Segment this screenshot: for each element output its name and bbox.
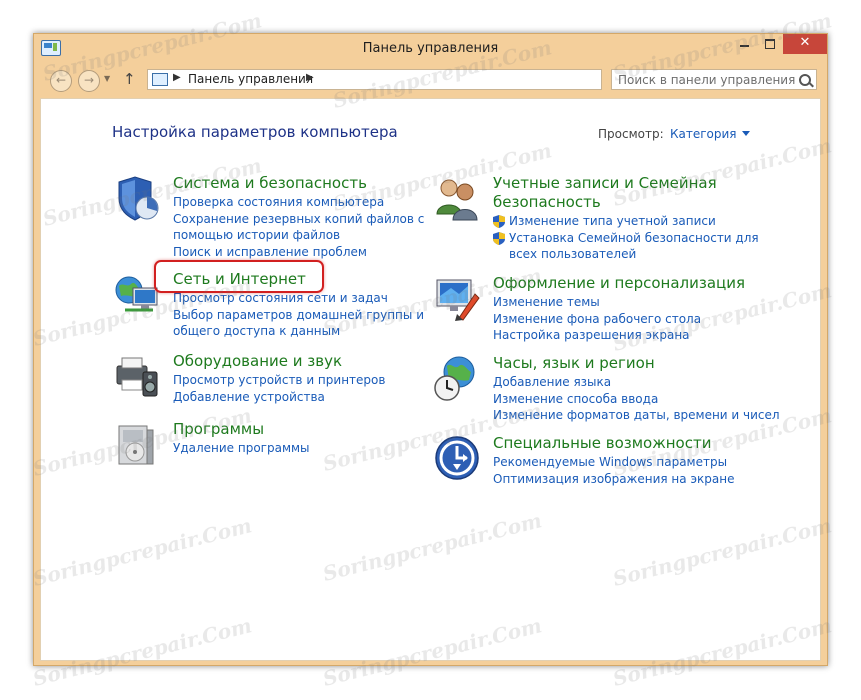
link-add-language[interactable]: Добавление языка (493, 374, 780, 391)
recent-pages-dropdown-icon[interactable]: ▼ (104, 74, 110, 83)
security-shield-icon (118, 176, 159, 221)
link-list: Удаление программы (173, 440, 310, 457)
ease-of-access-icon (435, 436, 479, 480)
link-change-theme[interactable]: Изменение темы (493, 294, 701, 311)
minimize-button[interactable] (731, 34, 757, 54)
maximize-icon (765, 39, 775, 49)
link-text[interactable]: всех пользователей (509, 247, 636, 261)
link-list: Добавление языка Изменение способа ввода… (493, 374, 780, 424)
link-change-background[interactable]: Изменение фона рабочего стола (493, 311, 701, 328)
category-title-link[interactable]: Специальные возможности (493, 434, 711, 453)
view-by-label: Просмотр: (598, 127, 664, 141)
maximize-button[interactable] (757, 34, 783, 54)
link-add-device[interactable]: Добавление устройства (173, 389, 385, 406)
back-arrow-icon: ← (55, 73, 67, 87)
search-placeholder: Поиск в панели управления (618, 73, 796, 87)
category-title-line[interactable]: безопасность (493, 193, 717, 212)
category-title-link[interactable]: Программы (173, 420, 264, 439)
clock-globe-icon (434, 356, 475, 401)
link-list: Рекомендуемые Windows параметры Оптимиза… (493, 454, 734, 487)
back-button[interactable]: ← (50, 70, 72, 92)
close-icon: ✕ (799, 35, 811, 50)
appearance-monitor-icon (436, 279, 480, 321)
link-list: Проверка состояния компьютера Сохранение… (173, 194, 424, 260)
control-panel-window: Панель управления ✕ ← → ▼ ↑ ▶ Панель упр… (33, 33, 828, 666)
link-screen-resolution[interactable]: Настройка разрешения экрана (493, 327, 701, 344)
view-by-value: Категория (670, 127, 737, 141)
view-by-dropdown[interactable]: Категория (670, 127, 750, 141)
category-title-link[interactable]: Часы, язык и регион (493, 354, 655, 373)
link-list: Изменение темы Изменение фона рабочего с… (493, 294, 701, 344)
link-family-safety[interactable]: Установка Семейной безопасности для (493, 230, 759, 247)
user-accounts-icon (436, 179, 478, 221)
link-homegroup-sharing-cont[interactable]: общего доступа к данным (173, 323, 424, 340)
link-file-history-backup[interactable]: Сохранение резервных копий файлов с (173, 211, 424, 228)
title-bar[interactable]: Панель управления ✕ (34, 34, 827, 64)
link-devices-printers[interactable]: Просмотр устройств и принтеров (173, 372, 385, 389)
chevron-down-icon (741, 131, 750, 136)
link-change-formats[interactable]: Изменение форматов даты, времени и чисел (493, 407, 780, 424)
programs-box-icon (118, 425, 154, 465)
link-list: Просмотр устройств и принтеров Добавлени… (173, 372, 385, 405)
link-file-history-backup-cont[interactable]: помощью истории файлов (173, 227, 424, 244)
link-change-input-method[interactable]: Изменение способа ввода (493, 391, 780, 408)
category-title-link[interactable]: Система и безопасность (173, 174, 367, 193)
category-title-link[interactable]: Оборудование и звук (173, 352, 342, 371)
uac-shield-icon (493, 215, 505, 228)
category-title-line[interactable]: Учетные записи и Семейная (493, 174, 717, 193)
link-troubleshoot[interactable]: Поиск и исправление проблем (173, 244, 424, 261)
link-family-safety-cont[interactable]: всех пользователей (493, 246, 759, 263)
forward-arrow-icon: → (83, 73, 95, 87)
category-title-link[interactable]: Учетные записи и Семейная безопасность (493, 174, 717, 212)
link-optimize-display[interactable]: Оптимизация изображения на экране (493, 471, 734, 488)
highlight-network-internet (154, 260, 324, 293)
printer-speaker-icon (116, 357, 158, 397)
window-title: Панель управления (362, 41, 499, 56)
link-uninstall-program[interactable]: Удаление программы (173, 440, 310, 457)
category-title-link[interactable]: Оформление и персонализация (493, 274, 745, 293)
uac-shield-icon (493, 231, 505, 245)
link-recommended-settings[interactable]: Рекомендуемые Windows параметры (493, 454, 734, 471)
main-content: Настройка параметров компьютера Просмотр… (40, 98, 821, 661)
page-title: Настройка параметров компьютера (112, 123, 398, 141)
navigation-bar: ← → ▼ ↑ ▶ Панель управления ▶ ▼ ⟳ Поиск … (40, 66, 821, 94)
link-list: Изменение типа учетной записи Установка … (493, 213, 759, 263)
up-arrow-icon: ↑ (123, 70, 136, 88)
link-check-computer-status[interactable]: Проверка состояния компьютера (173, 194, 424, 211)
link-text[interactable]: Изменение типа учетной записи (509, 214, 716, 228)
link-list: Просмотр состояния сети и задач Выбор па… (173, 290, 424, 340)
link-homegroup-sharing[interactable]: Выбор параметров домашней группы и (173, 307, 424, 324)
control-panel-icon (152, 73, 168, 86)
close-button[interactable]: ✕ (783, 34, 827, 54)
forward-button[interactable]: → (78, 70, 100, 92)
search-input[interactable]: Поиск в панели управления (611, 69, 817, 90)
up-button[interactable]: ↑ (123, 70, 136, 88)
minimize-icon (739, 45, 749, 47)
breadcrumb-control-panel[interactable]: Панель управления (188, 72, 313, 86)
breadcrumb-chevron-icon[interactable]: ▶ (306, 72, 314, 83)
breadcrumb-chevron-icon[interactable]: ▶ (173, 72, 181, 83)
address-bar[interactable]: ▶ Панель управления ▶ ▼ ⟳ (147, 69, 698, 90)
link-text[interactable]: Установка Семейной безопасности для (509, 231, 759, 245)
search-icon[interactable] (799, 74, 811, 86)
link-change-account-type[interactable]: Изменение типа учетной записи (493, 213, 759, 230)
